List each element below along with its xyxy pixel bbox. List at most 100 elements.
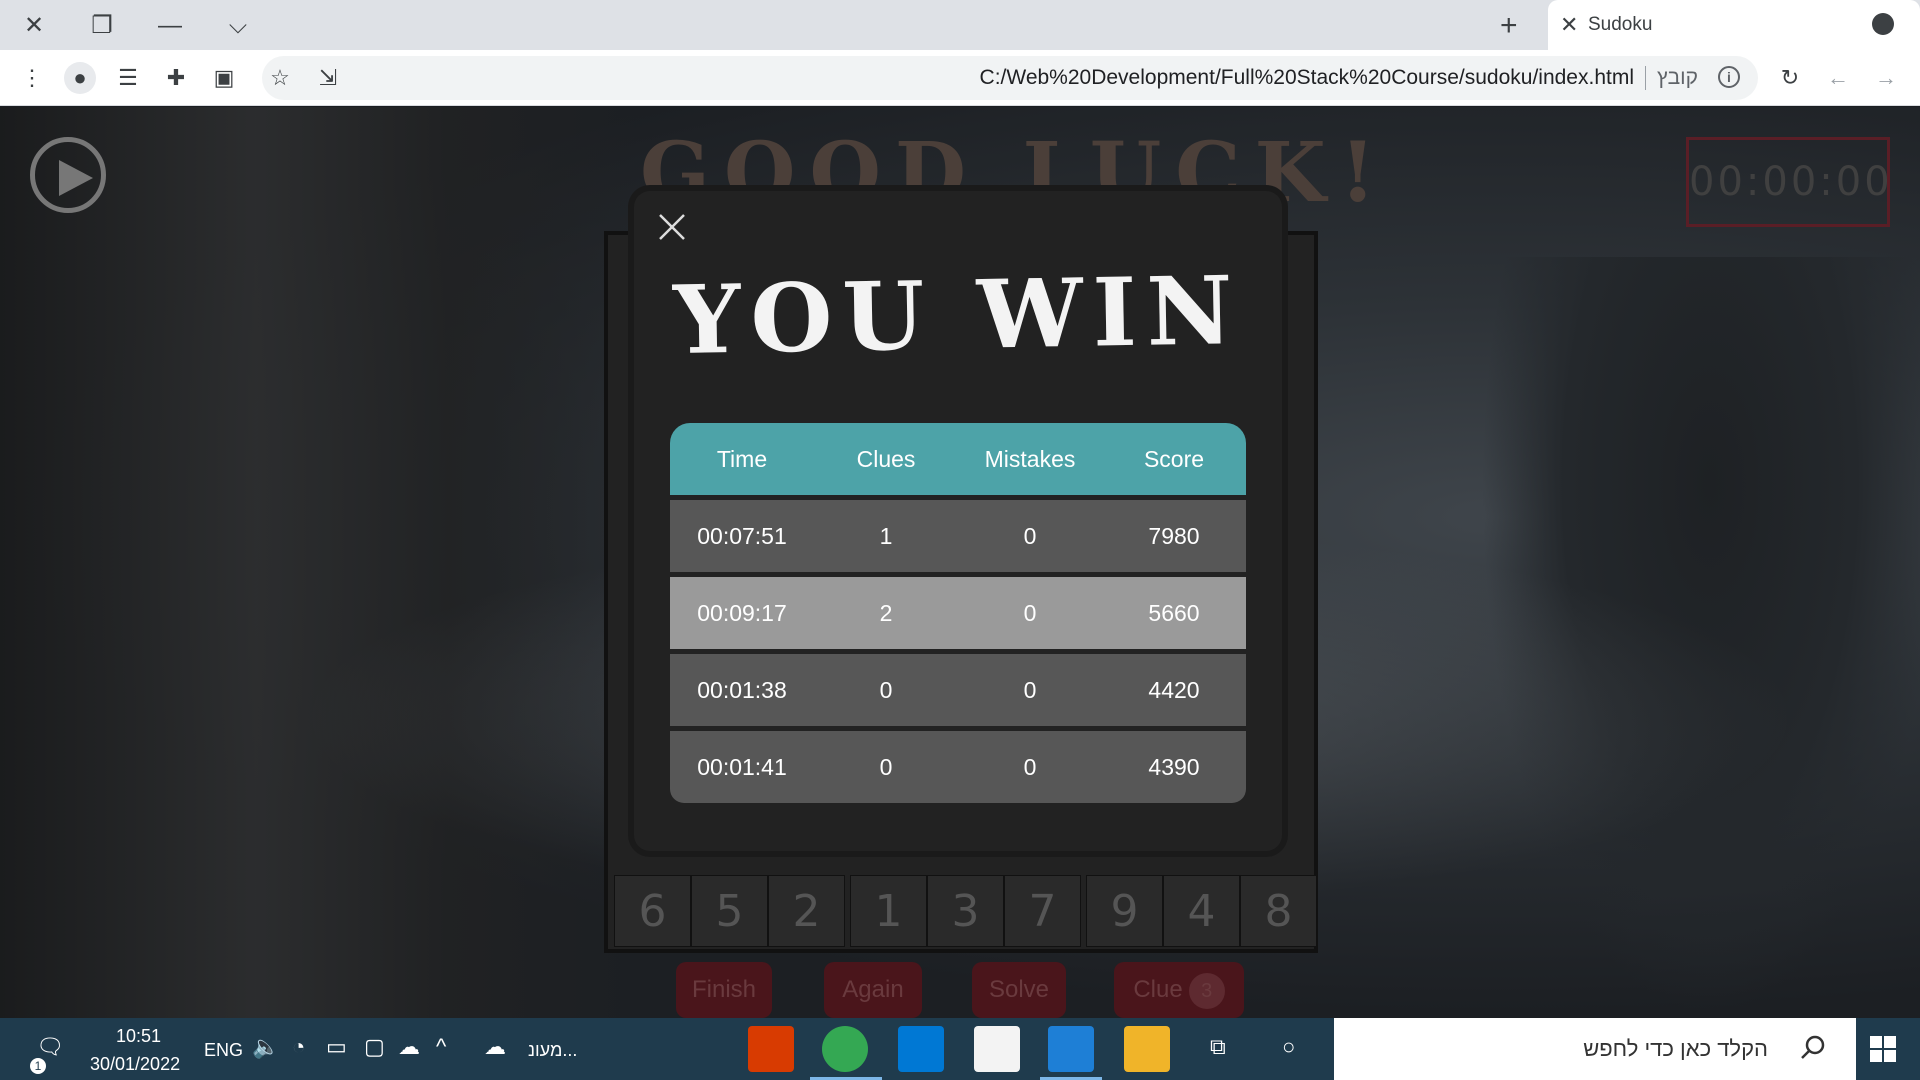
weather-cloud-icon[interactable]: ☁	[484, 1034, 506, 1060]
cell-clues: 2	[879, 600, 893, 626]
score-table: Time Clues Mistakes Score 00:07:51 1 0 7…	[670, 423, 1246, 803]
header-score: Score	[1143, 446, 1205, 472]
extensions-icon[interactable]: ✚	[160, 62, 192, 94]
board-cell[interactable]: 7	[1004, 875, 1081, 947]
clock-time[interactable]: 10:51	[116, 1026, 161, 1047]
header-mistakes: Mistakes	[984, 446, 1076, 472]
clue-count-badge: 3	[1188, 973, 1225, 1009]
board-cell[interactable]: 8	[1240, 875, 1317, 947]
onedrive-warning-icon[interactable]: ☁	[398, 1034, 420, 1060]
file-explorer-icon[interactable]	[1124, 1026, 1170, 1072]
cell-score: 4420	[1148, 677, 1200, 703]
wifi-icon[interactable]: ◔	[292, 1034, 305, 1060]
board-cell[interactable]: 6	[614, 875, 691, 947]
board-cell[interactable]: 2	[768, 875, 845, 947]
tab-sudoku[interactable]: ✕ Sudoku	[1548, 0, 1920, 50]
notifications-icon[interactable]: 🗨	[36, 1034, 64, 1060]
language-indicator[interactable]: ENG	[204, 1040, 243, 1061]
site-info-icon[interactable]: i	[1718, 66, 1740, 88]
window-restore-button[interactable]: ❐	[84, 8, 120, 44]
finish-button[interactable]: Finish	[676, 962, 772, 1018]
url-separator	[1645, 66, 1646, 90]
battery-icon[interactable]: ▭	[326, 1034, 347, 1060]
cell-mistakes: 0	[1023, 600, 1037, 626]
volume-icon[interactable]: 🔈	[252, 1034, 279, 1060]
play-icon	[59, 160, 93, 196]
win-modal: YOU WIN Time Clues Mistakes Score 00:07:…	[634, 191, 1282, 851]
win-title: YOU WIN	[672, 256, 1244, 376]
vscode-icon[interactable]	[1048, 1026, 1094, 1072]
store-icon[interactable]	[974, 1026, 1020, 1072]
play-music-button[interactable]	[30, 137, 106, 213]
solve-button[interactable]: Solve	[972, 962, 1066, 1018]
window-close-button[interactable]: ✕	[16, 8, 52, 44]
header-time: Time	[716, 446, 768, 472]
board-cell[interactable]: 3	[927, 875, 1004, 947]
header-clues: Clues	[856, 446, 916, 472]
taskbar-search[interactable]: הקלד כאן כדי לחפש	[1334, 1018, 1856, 1080]
clue-button-label: Clue	[1133, 976, 1183, 1003]
cell-clues: 0	[879, 754, 893, 780]
cell-time: 00:01:38	[697, 677, 787, 703]
reload-icon[interactable]: ↻	[1774, 62, 1806, 94]
cell-time: 00:09:17	[697, 600, 787, 626]
bookmark-star-icon[interactable]: ☆	[264, 62, 296, 94]
tab-search-button[interactable]: ⌵	[220, 8, 256, 44]
tab-title: Sudoku	[1588, 14, 1653, 35]
cell-score: 7980	[1148, 523, 1200, 549]
cell-mistakes: 0	[1023, 754, 1037, 780]
table-row: 00:01:41 0 0 4390	[670, 731, 1246, 803]
menu-kebab-icon[interactable]: ⋮	[16, 62, 48, 94]
board-cell[interactable]: 1	[850, 875, 927, 947]
cell-score: 4390	[1148, 754, 1200, 780]
board-bottom-row: 6 5 2 1 3 7 9 4 8	[614, 875, 1317, 947]
address-bar[interactable]: ☆ ⇲ C:/Web%20Development/Full%20Stack%20…	[262, 56, 1758, 100]
table-row: 00:01:38 0 0 4420	[670, 654, 1246, 726]
mail-icon[interactable]	[898, 1026, 944, 1072]
cell-mistakes: 0	[1023, 677, 1037, 703]
cell-mistakes: 0	[1023, 523, 1037, 549]
board-cell[interactable]: 5	[691, 875, 768, 947]
forward-arrow-icon[interactable]: →	[1870, 62, 1902, 94]
browser-tab-bar: ✕ ❐ — ⌵ + ✕ Sudoku	[0, 0, 1920, 50]
windows-taskbar: 🗨 1 10:51 30/01/2022 ENG 🔈 ◔ ▭ ▢ ☁ ^ ☁ מ…	[0, 1018, 1920, 1080]
search-icon	[1801, 1035, 1825, 1059]
notification-count-badge: 1	[30, 1058, 46, 1074]
cell-clues: 0	[879, 677, 893, 703]
browser-toolbar: ⋮ ● ☰ ✚ ▣ ☆ ⇲ C:/Web%20Development/Full%…	[0, 50, 1920, 106]
table-row: 00:09:17 2 0 5660	[670, 577, 1246, 649]
office-icon[interactable]	[748, 1026, 794, 1072]
board-cell[interactable]: 4	[1163, 875, 1240, 947]
weather-label[interactable]: מעונ...	[528, 1040, 577, 1061]
profile-icon[interactable]: ●	[64, 62, 96, 94]
again-button[interactable]: Again	[824, 962, 922, 1018]
board-cell[interactable]: 9	[1086, 875, 1163, 947]
windows-start-icon[interactable]	[1870, 1036, 1896, 1062]
extension-app-icon[interactable]: ▣	[208, 62, 240, 94]
task-view-icon[interactable]: ⧉	[1210, 1034, 1226, 1060]
cell-time: 00:01:41	[697, 754, 787, 780]
score-table-header: Time Clues Mistakes Score	[670, 423, 1246, 495]
chevron-up-icon[interactable]: ^	[436, 1034, 446, 1060]
table-row: 00:07:51 1 0 7980	[670, 500, 1246, 572]
cortana-icon[interactable]: ○	[1282, 1034, 1295, 1060]
page-viewport: GOOD LUCK! 00:00:00 6 5 2 1 3 7 9 4 8 Fi…	[0, 107, 1920, 1018]
search-placeholder: הקלד כאן כדי לחפש	[1583, 1036, 1768, 1061]
cell-score: 5660	[1148, 600, 1200, 626]
reading-list-icon[interactable]: ☰	[112, 62, 144, 94]
clock-date[interactable]: 30/01/2022	[90, 1054, 180, 1075]
cell-clues: 1	[879, 523, 893, 549]
new-tab-button[interactable]: +	[1500, 8, 1518, 44]
chrome-icon[interactable]	[822, 1026, 868, 1072]
back-arrow-icon[interactable]: ←	[1822, 62, 1854, 94]
game-timer: 00:00:00	[1686, 137, 1890, 227]
url-scheme-label: קובץ	[1657, 66, 1698, 89]
url-text[interactable]: C:/Web%20Development/Full%20Stack%20Cour…	[980, 66, 1634, 90]
globe-icon	[1872, 13, 1894, 35]
clue-button[interactable]: Clue 3	[1114, 962, 1244, 1018]
modal-close-icon[interactable]	[656, 211, 688, 243]
window-minimize-button[interactable]: —	[152, 8, 188, 44]
share-icon[interactable]: ⇲	[312, 62, 344, 94]
tab-close-icon[interactable]: ✕	[1560, 12, 1578, 38]
meet-now-icon[interactable]: ▢	[364, 1034, 385, 1060]
